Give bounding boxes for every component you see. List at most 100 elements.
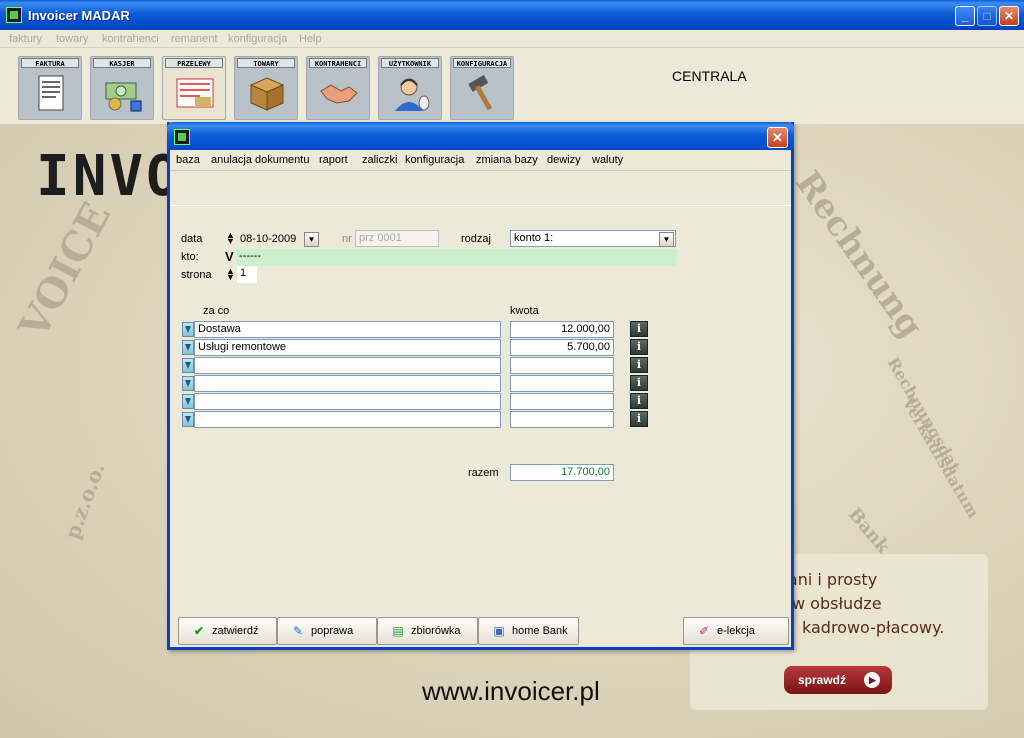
row-dropdown-icon[interactable] [182,358,194,373]
info-icon: i [636,340,642,353]
description-field[interactable]: Dostawa [194,321,501,338]
maximize-button[interactable]: □ [977,6,997,26]
info-icon: i [636,358,642,371]
user-headset-icon [395,78,430,111]
amount-field[interactable] [510,357,614,374]
toolbar-towary-button[interactable]: TOWARY [234,56,298,120]
date-spinner[interactable]: ▲ ▼ [226,231,235,246]
handshake-icon [320,84,358,104]
background-word: p.z.o.o. [60,459,110,543]
cardboard-box-icon [249,77,285,111]
menu-kontrahenci[interactable]: kontrahenci [102,33,159,45]
nr-label: nr [342,233,352,245]
confirm-button-label: zatwierdź [212,625,259,637]
close-button[interactable]: ✕ [999,6,1019,26]
total-label: razem [468,467,499,479]
minimize-button[interactable]: _ [955,6,975,26]
toolbar-kasjer-button[interactable]: KASJER [90,56,154,120]
dialog-menu-anulacja[interactable]: anulacja dokumentu [211,154,309,166]
kto-prefix[interactable]: V [225,249,234,264]
hammer-icon [468,75,493,111]
toolbar-przelewy-button[interactable]: PRZELEWY [162,56,226,120]
amount-field[interactable] [510,411,614,428]
description-field[interactable] [194,411,501,428]
home-bank-button-label: home Bank [512,625,568,637]
home-bank-button[interactable]: ▣ home Bank [478,617,579,645]
dialog-close-button[interactable]: ✕ [767,127,788,148]
summary-button-label: zbiorówka [411,625,461,637]
toolbar-label: KONTRAHENCI [309,58,367,68]
promo-line: kadrowo-płacowy. [802,618,945,637]
toolbar-label: TOWARY [237,58,295,68]
dialog-menu-zmiana-bazy[interactable]: zmiana bazy [476,154,538,166]
background-headline: INVO [36,144,183,209]
dialog-menu-dewizy[interactable]: dewizy [547,154,581,166]
account-type-value: konto 1: [514,232,554,244]
chevron-down-icon: ▼ [307,235,316,244]
main-menubar: faktury towary kontrahenci remanent konf… [0,30,1024,48]
info-button[interactable]: i [630,411,648,427]
page-field[interactable]: 1 [237,266,257,283]
rodzaj-label: rodzaj [461,233,491,245]
description-field[interactable] [194,393,501,410]
row-dropdown-icon[interactable] [182,376,194,391]
menu-towary[interactable]: towary [56,33,88,45]
account-type-dropdown-button[interactable]: ▼ [659,232,674,247]
summary-list-icon: ▤ [392,624,404,638]
date-dropdown-button[interactable]: ▼ [304,232,319,247]
description-field[interactable] [194,357,501,374]
description-field[interactable] [194,375,501,392]
dialog-menu-zaliczki[interactable]: zaliczki [362,154,397,166]
info-icon: i [636,412,642,425]
row-dropdown-icon[interactable] [182,412,194,427]
chevron-down-icon: ▼ [662,235,671,244]
strona-label: strona [181,269,212,281]
date-value[interactable]: 08-10-2009 [240,233,296,245]
row-dropdown-icon[interactable] [182,340,194,355]
info-button[interactable]: i [630,393,648,409]
toolbar-kontrahenci-button[interactable]: KONTRAHENCI [306,56,370,120]
menu-konfiguracja[interactable]: konfiguracja [228,33,287,45]
total-amount-field: 17.700,00 [510,464,614,481]
e-lesson-icon: ✐ [698,624,710,638]
page-spinner[interactable]: ▲ ▼ [226,267,235,282]
background-word: VOICE [10,194,121,347]
menu-remanent[interactable]: remanent [171,33,217,45]
toolbar-faktura-button[interactable]: FAKTURA [18,56,82,120]
info-button[interactable]: i [630,339,648,355]
correction-button-label: poprawa [311,625,354,637]
info-button[interactable]: i [630,321,648,337]
payee-field[interactable]: ------ [236,249,677,266]
amount-field[interactable] [510,375,614,392]
correction-button[interactable]: ✎ poprawa [277,617,377,645]
dialog-menu-waluty[interactable]: waluty [592,154,623,166]
description-field[interactable]: Usługi remontowe [194,339,501,356]
document-number-field[interactable]: prz 0001 [355,230,439,247]
summary-button[interactable]: ▤ zbiorówka [377,617,478,645]
confirm-button[interactable]: ✔ zatwierdź [178,617,277,645]
background-word: Bank [843,504,894,558]
info-button[interactable]: i [630,375,648,391]
transfer-dialog: ✕ baza anulacja dokumentu raport zaliczk… [167,122,794,650]
row-dropdown-icon[interactable] [182,394,194,409]
promo-check-button[interactable]: sprawdź ▶ [784,666,892,694]
amount-value: 12.000,00 [561,323,610,335]
cash-money-icon [105,82,142,112]
dialog-menu-konfiguracja[interactable]: konfiguracja [405,154,464,166]
account-type-select[interactable]: konto 1: [510,230,676,247]
amount-field[interactable]: 12.000,00 [510,321,614,338]
description-value: Dostawa [198,323,241,335]
toolbar-uzytkownik-button[interactable]: UŻYTKOWNIK [378,56,442,120]
dialog-menu-raport[interactable]: raport [319,154,348,166]
amount-field[interactable] [510,393,614,410]
info-button[interactable]: i [630,357,648,373]
menu-help[interactable]: Help [299,33,322,45]
menu-faktury[interactable]: faktury [9,33,42,45]
branch-label: CENTRALA [672,68,747,84]
row-dropdown-icon[interactable] [182,322,194,337]
e-lesson-button[interactable]: ✐ e-lekcja [683,617,789,645]
amount-field[interactable]: 5.700,00 [510,339,614,356]
edit-document-icon: ✎ [292,624,304,638]
dialog-menu-baza[interactable]: baza [176,154,200,166]
toolbar-konfiguracja-button[interactable]: KONFIGURACJA [450,56,514,120]
